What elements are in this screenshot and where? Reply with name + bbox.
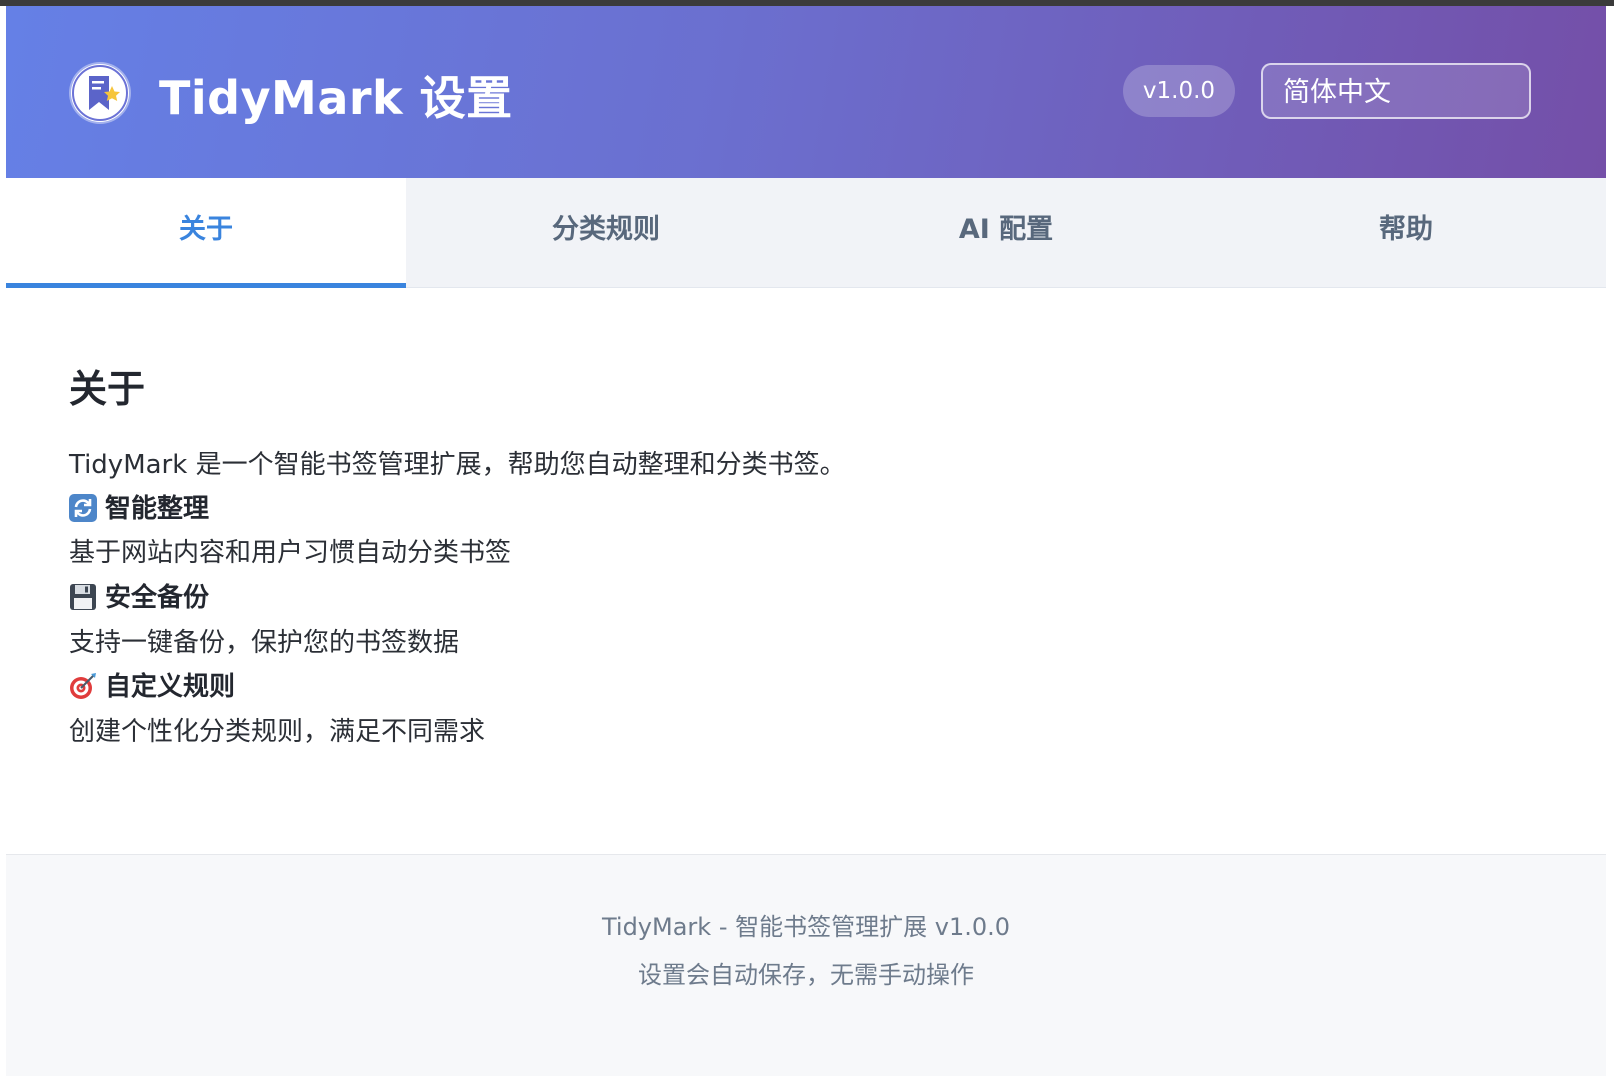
tab-bar: 关于 分类规则 AI 配置 帮助 [6, 178, 1606, 288]
browser-frame: TidyMark 设置 v1.0.0 简体中文 关于 分类规则 AI 配置 帮助… [0, 0, 1614, 1076]
feature-title-safe-backup: 安全备份 [69, 577, 209, 614]
feature-title-text: 安全备份 [105, 583, 210, 613]
tab-ai-config[interactable]: AI 配置 [806, 178, 1206, 288]
tab-help[interactable]: 帮助 [1206, 178, 1606, 288]
footer-version-line: TidyMark - 智能书签管理扩展 v1.0.0 [601, 913, 1011, 941]
target-dart-icon [69, 672, 97, 700]
feature-desc-safe-backup: 支持一键备份，保护您的书签数据 [69, 628, 460, 658]
feature-desc-smart-organize: 基于网站内容和用户习惯自动分类书签 [69, 538, 512, 568]
bookmark-star-icon [71, 64, 129, 122]
footer: TidyMark - 智能书签管理扩展 v1.0.0 设置会自动保存，无需手动操… [6, 854, 1606, 1076]
floppy-disk-icon [69, 583, 97, 611]
settings-page: TidyMark 设置 v1.0.0 简体中文 关于 分类规则 AI 配置 帮助… [6, 6, 1606, 1076]
feature-title-text: 智能整理 [105, 494, 210, 524]
feature-title-smart-organize: 智能整理 [69, 488, 209, 525]
footer-autosave-note: 设置会自动保存，无需手动操作 [638, 961, 974, 989]
tab-category-rules[interactable]: 分类规则 [406, 178, 806, 288]
tab-about[interactable]: 关于 [6, 178, 406, 288]
header: TidyMark 设置 v1.0.0 简体中文 [6, 6, 1606, 178]
language-select[interactable]: 简体中文 [1261, 63, 1531, 119]
feature-title-custom-rules: 自定义规则 [69, 666, 235, 703]
version-badge: v1.0.0 [1123, 65, 1235, 117]
app-title: TidyMark 设置 [159, 71, 513, 125]
intro-text: TidyMark 是一个智能书签管理扩展，帮助您自动整理和分类书签。 [69, 450, 846, 480]
feature-desc-custom-rules: 创建个性化分类规则，满足不同需求 [69, 717, 486, 747]
feature-title-text: 自定义规则 [105, 672, 236, 702]
about-panel: 关于 TidyMark 是一个智能书签管理扩展，帮助您自动整理和分类书签。 智能… [6, 288, 1606, 854]
section-title: 关于 [69, 367, 146, 411]
refresh-icon [69, 494, 97, 522]
